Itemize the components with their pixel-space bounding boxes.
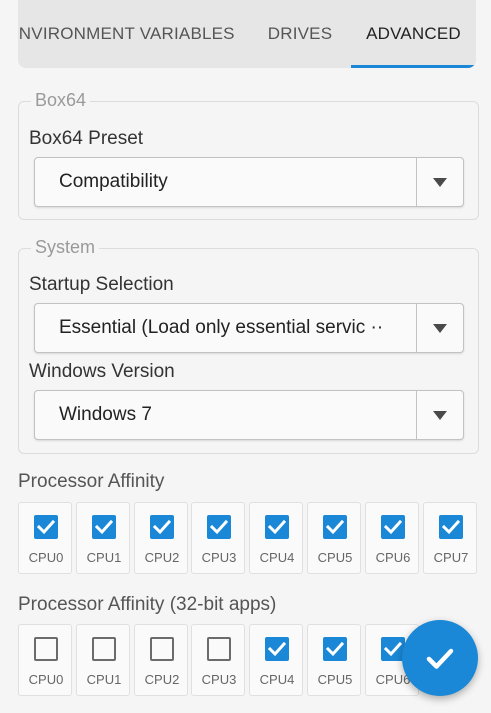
cpu-label: CPU4 (259, 672, 295, 687)
processor-affinity-title: Processor Affinity (18, 471, 165, 492)
cpu-label: CPU5 (317, 672, 353, 687)
checkbox-checked-icon[interactable] (34, 515, 58, 539)
checkbox-checked-icon[interactable] (439, 515, 463, 539)
cpu-label: CPU6 (375, 550, 411, 565)
windows-version-label: Windows Version (29, 361, 175, 382)
checkbox-unchecked-icon[interactable] (207, 637, 231, 661)
checkbox-unchecked-icon[interactable] (92, 637, 116, 661)
cpu-checkbox-item[interactable]: CPU7 (423, 502, 477, 574)
processor-affinity-32bit-title: Processor Affinity (32-bit apps) (18, 594, 277, 615)
system-group: System Startup Selection Essential (Load… (18, 237, 479, 454)
cpu-label: CPU1 (86, 550, 122, 565)
checkbox-unchecked-icon[interactable] (150, 637, 174, 661)
box64-preset-label: Box64 Preset (29, 128, 144, 149)
cpu-label: CPU1 (86, 672, 122, 687)
windows-version-value: Windows 7 (59, 404, 152, 425)
cpu-checkbox-item[interactable]: CPU3 (191, 624, 245, 696)
check-icon (426, 648, 454, 669)
startup-selection-select[interactable]: Essential (Load only essential servic ·· (34, 303, 464, 353)
confirm-fab[interactable] (402, 620, 478, 696)
tab-bar: ENVIRONMENT VARIABLES DRIVES ADVANCED (18, 0, 476, 68)
checkbox-checked-icon[interactable] (323, 515, 347, 539)
system-legend: System (31, 237, 100, 258)
cpu-checkbox-item[interactable]: CPU4 (249, 502, 303, 574)
startup-selection-value: Essential (Load only essential servic ·· (59, 317, 384, 338)
cpu-label: CPU2 (144, 550, 180, 565)
checkbox-checked-icon[interactable] (323, 637, 347, 661)
active-tab-indicator (351, 65, 476, 68)
cpu-checkbox-item[interactable]: CPU3 (191, 502, 245, 574)
dropdown-arrow-icon[interactable] (417, 391, 463, 439)
startup-selection-label: Startup Selection (29, 274, 174, 295)
cpu-checkbox-item[interactable]: CPU2 (134, 624, 188, 696)
dropdown-arrow-icon[interactable] (417, 158, 463, 206)
dropdown-arrow-icon[interactable] (417, 304, 463, 352)
box64-preset-select[interactable]: Compatibility (34, 157, 464, 207)
cpu-checkbox-item[interactable]: CPU0 (18, 502, 72, 574)
checkbox-checked-icon[interactable] (381, 515, 405, 539)
cpu-label: CPU0 (28, 550, 64, 565)
windows-version-select[interactable]: Windows 7 (34, 390, 464, 440)
cpu-label: CPU4 (259, 550, 295, 565)
cpu-label: CPU0 (28, 672, 64, 687)
processor-affinity-row: CPU0 CPU1 CPU2 CPU3 CPU4 CPU5 CPU6 CPU7 (18, 502, 488, 574)
checkbox-unchecked-icon[interactable] (34, 637, 58, 661)
cpu-checkbox-item[interactable]: CPU6 (365, 502, 419, 574)
checkbox-checked-icon[interactable] (265, 637, 289, 661)
cpu-label: CPU2 (144, 672, 180, 687)
cpu-checkbox-item[interactable]: CPU4 (249, 624, 303, 696)
cpu-label: CPU7 (433, 550, 469, 565)
tab-advanced[interactable]: ADVANCED (351, 0, 476, 68)
cpu-checkbox-item[interactable]: CPU1 (76, 502, 130, 574)
cpu-checkbox-item[interactable]: CPU1 (76, 624, 130, 696)
cpu-checkbox-item[interactable]: CPU5 (307, 624, 361, 696)
tab-environment-variables[interactable]: ENVIRONMENT VARIABLES (18, 0, 235, 68)
cpu-label: CPU3 (201, 550, 237, 565)
tab-drives[interactable]: DRIVES (252, 0, 348, 68)
cpu-label: CPU3 (201, 672, 237, 687)
box64-legend: Box64 (31, 90, 91, 111)
box64-preset-value: Compatibility (59, 171, 168, 192)
checkbox-checked-icon[interactable] (265, 515, 289, 539)
cpu-label: CPU5 (317, 550, 353, 565)
checkbox-checked-icon[interactable] (150, 515, 174, 539)
checkbox-checked-icon[interactable] (92, 515, 116, 539)
cpu-checkbox-item[interactable]: CPU5 (307, 502, 361, 574)
box64-group: Box64 Box64 Preset Compatibility (18, 90, 479, 220)
cpu-checkbox-item[interactable]: CPU2 (134, 502, 188, 574)
cpu-checkbox-item[interactable]: CPU0 (18, 624, 72, 696)
checkbox-checked-icon[interactable] (207, 515, 231, 539)
